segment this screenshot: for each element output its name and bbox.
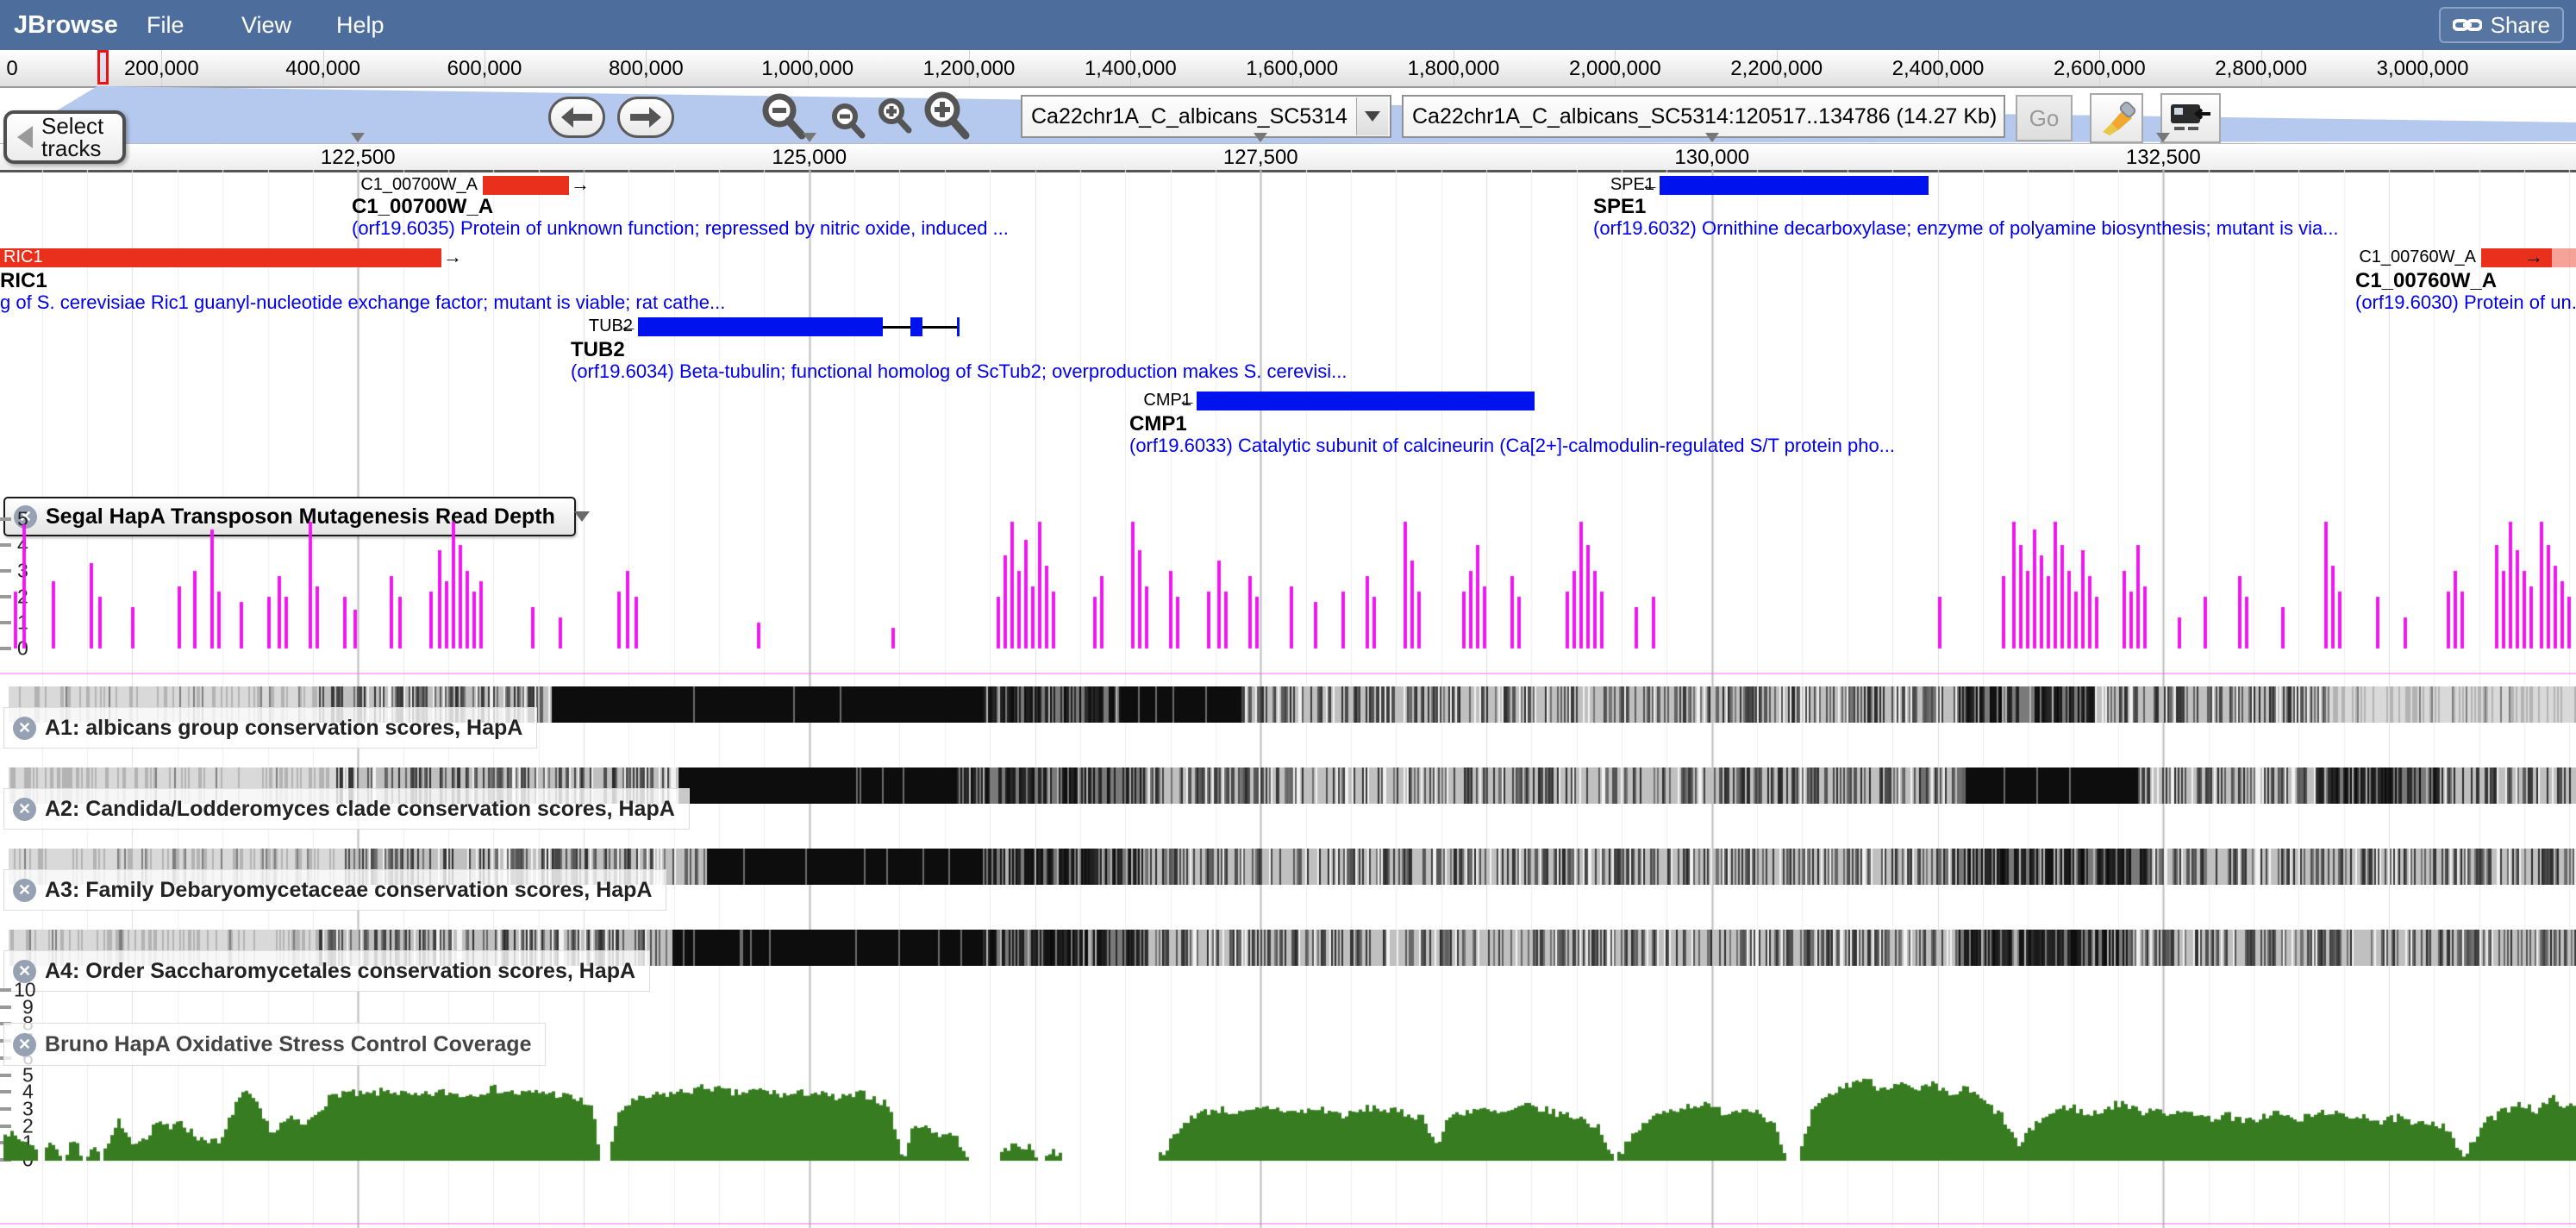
conservation-label-a4[interactable]: ✕A4: Order Saccharomycetales conservatio… (3, 950, 650, 992)
bruno-label-box[interactable]: ✕ Bruno HapA Oxidative Stress Control Cov… (3, 1023, 546, 1066)
select-tracks-button[interactable]: Selecttracks (3, 110, 126, 164)
conservation-track-title: A2: Candida/Lodderomyces clade conservat… (45, 797, 675, 822)
conservation-label-a1[interactable]: ✕ A1: albicans group conservation scores,… (3, 707, 537, 749)
track-separator-line-bottom (0, 1223, 2576, 1225)
quantitative-tracks: ✕Segal HapA Transposon Mutagenesis Read … (0, 0, 2576, 1228)
conservation-track-title: A4: Order Saccharomycetales conservation… (45, 959, 635, 984)
bruno-coverage-plot[interactable] (0, 988, 2576, 1166)
close-icon[interactable]: ✕ (13, 717, 36, 740)
bruno-track-title: Bruno HapA Oxidative Stress Control Cove… (45, 1032, 531, 1057)
close-icon[interactable]: ✕ (13, 1033, 36, 1056)
tracks-pane: C1_00700W_A →C1_00700W_A(orf19.6035) Pro… (0, 169, 2576, 1228)
conservation-label-a2[interactable]: ✕ A2: Candida/Lodderomyces clade conserva… (3, 788, 690, 830)
track-separator-line (0, 673, 2576, 674)
close-icon[interactable]: ✕ (13, 879, 36, 902)
conservation-track-title: A3: Family Debaryomycetaceae conservatio… (45, 878, 652, 903)
segal-read-depth-plot[interactable] (0, 514, 2576, 654)
triangle-left-icon (17, 126, 33, 148)
close-icon[interactable]: ✕ (13, 798, 36, 821)
conservation-label-a3[interactable]: ✕ A3: Family Debaryomycetaceae conservati… (3, 869, 666, 911)
conservation-track-title: A1: albicans group conservation scores, … (45, 716, 522, 741)
jbrowse-app: JBrowse FileViewHelp Share 0200,000400,0… (0, 0, 2576, 1228)
select-tracks-label: Selecttracks (41, 115, 103, 160)
